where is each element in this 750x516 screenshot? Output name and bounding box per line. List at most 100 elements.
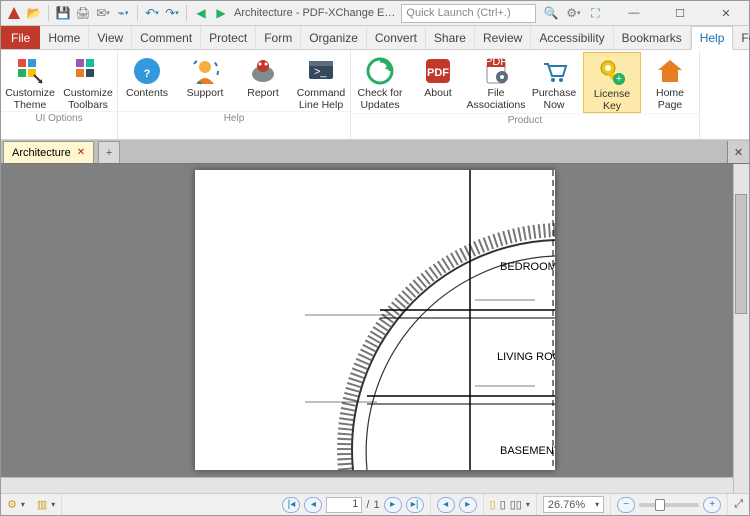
ribbon-customize-toolbars-button[interactable]: Customize Toolbars	[59, 52, 117, 111]
ribbon-homepage-button[interactable]: Home Page	[641, 52, 699, 113]
svg-text:PDF: PDF	[485, 56, 507, 68]
quick-access-toolbar: 📂 💾 🖨 ✉▾ ⌁▾ ↶▾ ↷▾ ◀ ▶	[1, 4, 230, 22]
ribbon-label: Report	[245, 88, 281, 100]
nav-back-icon[interactable]: ◀	[192, 4, 210, 22]
menu-tab-convert[interactable]: Convert	[367, 26, 426, 49]
svg-text:>_: >_	[314, 66, 327, 78]
vertical-scrollbar[interactable]	[733, 164, 749, 493]
svg-text:BEDROOMS: BEDROOMS	[500, 261, 555, 273]
fit-page-icon[interactable]: ⤢	[734, 498, 743, 511]
menu-file[interactable]: File	[1, 26, 40, 49]
menu-tab-bookmarks[interactable]: Bookmarks	[614, 26, 691, 49]
ribbon-label: Check for Updates	[351, 88, 409, 111]
options-gear-icon[interactable]: ⚙	[7, 498, 17, 511]
first-page-button[interactable]: |◂	[282, 497, 300, 513]
menu-bar: File HomeViewCommentProtectFormOrganizeC…	[1, 26, 749, 50]
about-icon: PDF	[423, 56, 453, 86]
ribbon-about-button[interactable]: PDFAbout	[409, 52, 467, 113]
undo-icon[interactable]: ↶▾	[143, 4, 161, 22]
document-tab[interactable]: Architecture ✕	[3, 141, 94, 163]
zoom-in-button[interactable]: +	[703, 497, 721, 513]
document-tab-bar: Architecture ✕ + ✕	[1, 140, 749, 164]
close-all-tabs-button[interactable]: ✕	[727, 141, 749, 163]
ribbon-contents-button[interactable]: ?Contents	[118, 52, 176, 111]
next-page-button[interactable]: ▸	[384, 497, 402, 513]
svg-text:PDF: PDF	[427, 67, 449, 79]
zoom-combo[interactable]: 26.76%▾	[543, 496, 604, 513]
updates-icon	[365, 56, 395, 86]
license-icon: +	[597, 57, 627, 87]
next-view-button[interactable]: ▸	[459, 497, 477, 513]
horizontal-scrollbar[interactable]	[1, 477, 733, 493]
page-number-input[interactable]: 1	[326, 497, 362, 513]
window-title: Architecture - PDF-XChange E…	[234, 7, 395, 19]
open-icon[interactable]: 📂	[25, 4, 43, 22]
ribbon-customize-theme-button[interactable]: Customize Theme	[1, 52, 59, 111]
report-icon	[248, 56, 278, 86]
ribbon-label: Customize Toolbars	[59, 88, 117, 111]
document-tab-label: Architecture	[12, 147, 71, 159]
last-page-button[interactable]: ▸|	[406, 497, 424, 513]
menu-tab-format[interactable]: Format	[733, 26, 750, 49]
ribbon-label: Purchase Now	[525, 88, 583, 111]
ribbon-label: Home Page	[641, 88, 699, 111]
fullscreen-icon[interactable]: ⛶	[586, 4, 604, 22]
zoom-slider[interactable]	[639, 503, 699, 507]
menu-tab-view[interactable]: View	[89, 26, 132, 49]
ribbon-support-button[interactable]: Support	[176, 52, 234, 111]
scan-icon[interactable]: ⌁▾	[114, 4, 132, 22]
ribbon-fileassoc-button[interactable]: PDFFile Associations	[467, 52, 525, 113]
customize-theme-icon	[15, 56, 45, 86]
menu-tab-help[interactable]: Help	[691, 26, 734, 50]
new-tab-button[interactable]: +	[98, 141, 120, 163]
zoom-out-button[interactable]: −	[617, 497, 635, 513]
ribbon-group-label: Help	[118, 111, 350, 125]
app-icon	[5, 4, 23, 22]
menu-tab-accessibility[interactable]: Accessibility	[531, 26, 613, 49]
save-icon[interactable]: 💾	[54, 4, 72, 22]
prev-page-button[interactable]: ◂	[304, 497, 322, 513]
page-total: 1	[373, 499, 379, 511]
ribbon: Customize ThemeCustomize ToolbarsUI Opti…	[1, 50, 749, 140]
nav-fwd-icon[interactable]: ▶	[212, 4, 230, 22]
layout-icon[interactable]: ▥	[37, 498, 47, 511]
ribbon-report-button[interactable]: Report	[234, 52, 292, 111]
ribbon-group-label: UI Options	[1, 111, 117, 125]
menu-tab-protect[interactable]: Protect	[201, 26, 256, 49]
ui-options-icon[interactable]: ⚙▾	[564, 4, 582, 22]
ribbon-label: Customize Theme	[1, 88, 59, 111]
customize-toolbars-icon	[73, 56, 103, 86]
search-icon[interactable]: 🔍	[542, 4, 560, 22]
menu-tab-organize[interactable]: Organize	[301, 26, 367, 49]
ribbon-cmdline-button[interactable]: >_Command Line Help	[292, 52, 350, 111]
status-bar: ⚙▾ ▥▾ |◂ ◂ 1 / 1 ▸ ▸| ◂ ▸ ▯ ▯ ▯▯▾ 26.76%…	[1, 493, 749, 515]
two-page-icon[interactable]: ▯▯	[510, 498, 522, 511]
maximize-button[interactable]: ☐	[657, 1, 703, 26]
cmdline-icon: >_	[306, 56, 336, 86]
prev-view-button[interactable]: ◂	[437, 497, 455, 513]
pdf-page: BEDROOMS LIVING ROOM BASEMENT	[195, 170, 555, 470]
ribbon-group-label: Product	[351, 113, 699, 127]
svg-text:LIVING ROOM: LIVING ROOM	[497, 351, 555, 363]
single-page-icon[interactable]: ▯	[490, 498, 496, 511]
quick-launch-input[interactable]: Quick Launch (Ctrl+.)	[401, 4, 536, 23]
menu-tab-form[interactable]: Form	[256, 26, 301, 49]
svg-text:?: ?	[144, 68, 151, 80]
document-canvas[interactable]: BEDROOMS LIVING ROOM BASEMENT	[1, 164, 749, 493]
print-icon[interactable]: 🖨	[74, 4, 92, 22]
email-icon[interactable]: ✉▾	[94, 4, 112, 22]
menu-tab-review[interactable]: Review	[475, 26, 531, 49]
homepage-icon	[655, 56, 685, 86]
ribbon-label: License Key	[584, 89, 640, 112]
continuous-icon[interactable]: ▯	[500, 498, 506, 511]
ribbon-purchase-button[interactable]: Purchase Now	[525, 52, 583, 113]
menu-tab-share[interactable]: Share	[426, 26, 475, 49]
menu-tab-home[interactable]: Home	[40, 26, 89, 49]
close-button[interactable]: ✕	[703, 1, 749, 26]
ribbon-license-button[interactable]: +License Key	[583, 52, 641, 113]
redo-icon[interactable]: ↷▾	[163, 4, 181, 22]
minimize-button[interactable]: —	[611, 1, 657, 26]
ribbon-updates-button[interactable]: Check for Updates	[351, 52, 409, 113]
menu-tab-comment[interactable]: Comment	[132, 26, 201, 49]
close-tab-icon[interactable]: ✕	[77, 147, 85, 158]
